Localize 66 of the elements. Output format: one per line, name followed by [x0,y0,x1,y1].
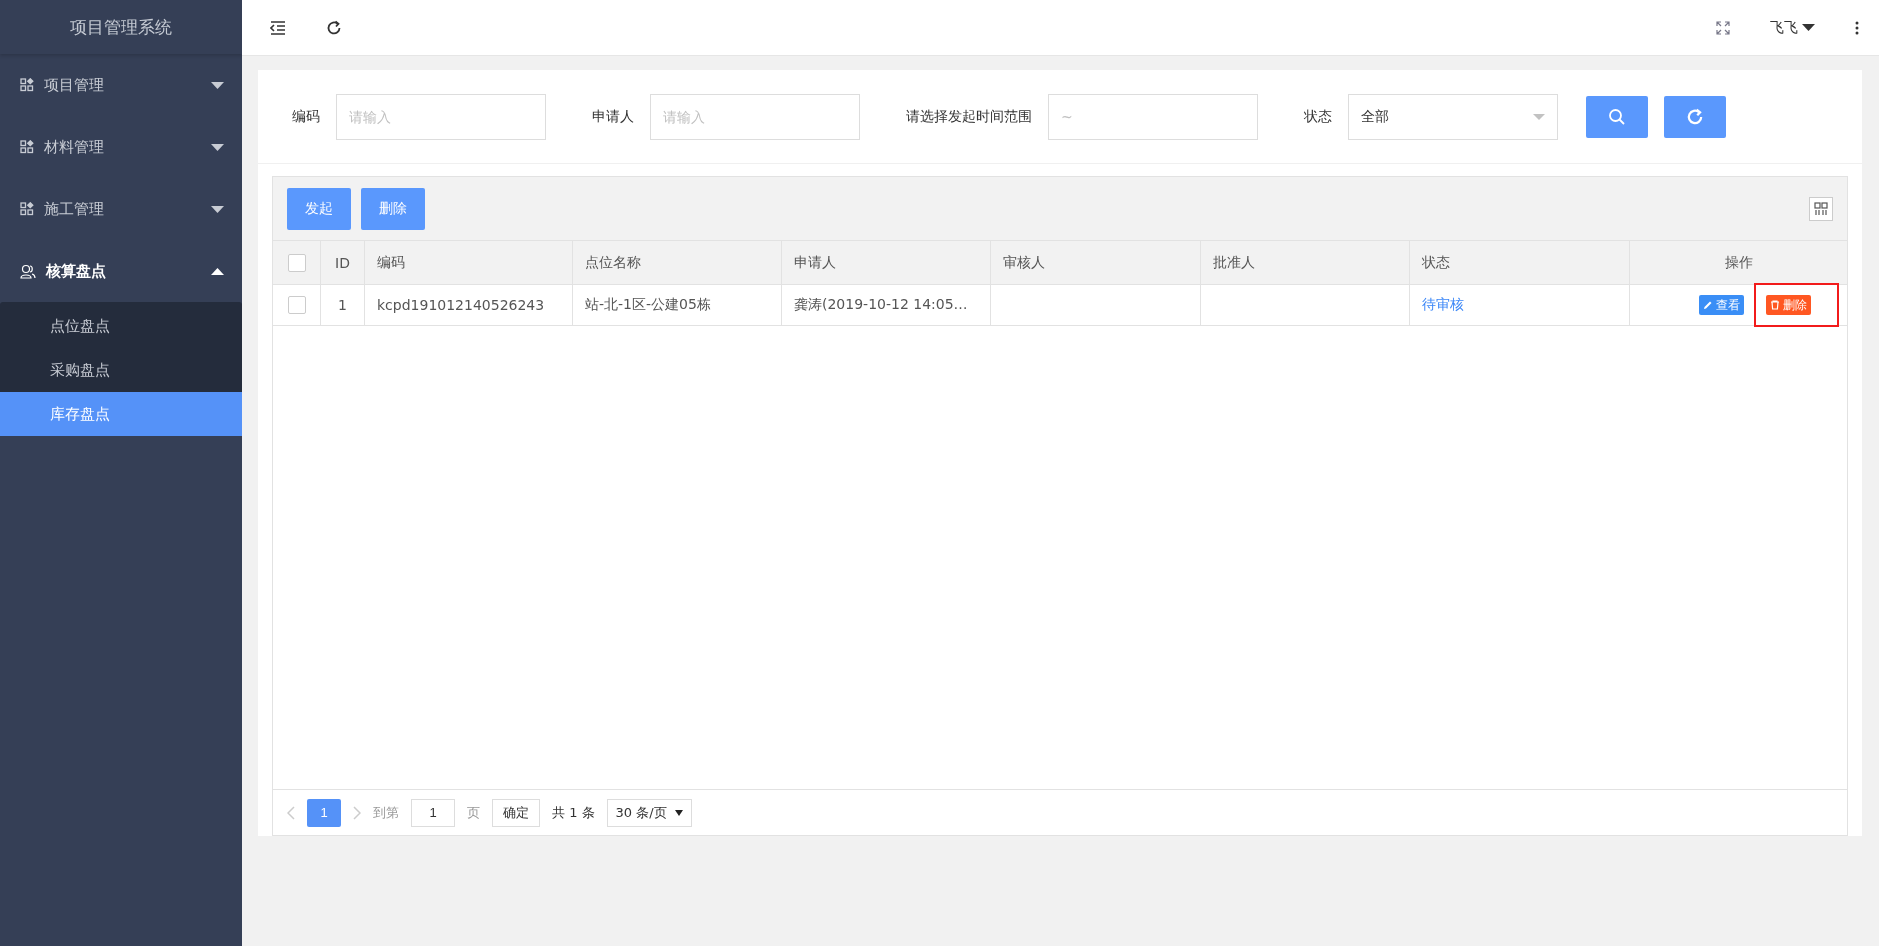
status-link[interactable]: 待审核 [1422,296,1464,314]
filter-label: 请选择发起时间范围 [906,107,1032,126]
input-field[interactable]: 请输入 [650,93,860,140]
refresh-icon [1686,107,1704,126]
user-menu[interactable]: 飞飞 [1770,18,1815,37]
column-header: 批准人 [1213,253,1255,272]
column-header: 审核人 [1003,253,1045,272]
table-cell: 站-北-1区-公建05栋 [585,296,711,314]
menu-collapse-icon[interactable] [270,20,286,35]
menu-group-label: 材料管理 [44,137,105,157]
column-header: 状态 [1422,253,1450,272]
select-all-checkbox[interactable] [287,253,306,272]
menu-item[interactable]: 点位盘点 [0,304,242,348]
filter-label: 编码 [292,107,320,126]
columns-icon [1814,201,1828,216]
app-title: 项目管理系统 [70,15,172,39]
menu-group[interactable]: 项目管理 [0,54,242,116]
total-count: 共 1 条 [552,803,595,822]
menu-group-label: 核算盘点 [46,261,107,281]
reset-button[interactable] [1664,95,1726,138]
status-select[interactable]: 全部 [1348,93,1558,140]
filter-label: 申请人 [592,107,634,126]
column-header: 操作 [1724,253,1753,272]
menu-group-label: 项目管理 [44,75,105,95]
caret-down-icon [1533,113,1545,120]
grid-icon [20,78,34,92]
page-input[interactable]: 1 [411,798,455,827]
menu-group-label: 施工管理 [44,199,105,219]
menu-group[interactable]: 施工管理 [0,178,242,240]
caret-down-icon [211,143,224,151]
column-header: ID [335,254,350,271]
column-header: 编码 [377,253,405,272]
chevron-right-icon[interactable] [353,805,361,820]
search-icon [1608,107,1626,126]
table-cell: 龚涛(2019-10-12 14:05… [794,296,968,314]
confirm-button[interactable]: 确定 [492,798,540,827]
date-range-field[interactable]: ~ [1048,93,1258,140]
refresh-icon[interactable] [326,19,342,36]
menu-group[interactable]: 核算盘点 [0,240,242,302]
page-unit-label: 页 [467,803,480,822]
more-icon[interactable] [1855,20,1859,35]
goto-label: 到第 [373,803,399,822]
users-icon [20,263,36,279]
pencil-icon [1703,300,1713,310]
table-cell: kcpd191012140526243 [377,297,545,313]
chevron-left-icon[interactable] [287,805,295,820]
filter-label: 状态 [1304,107,1332,126]
column-header: 点位名称 [585,253,641,272]
row-checkbox[interactable] [287,296,306,314]
menu-group[interactable]: 材料管理 [0,116,242,178]
grid-icon [20,140,34,154]
trash-icon [1770,300,1780,310]
page-size-select[interactable]: 30 条/页 [606,798,692,827]
table-cell: 1 [338,297,347,313]
column-header: 申请人 [794,253,836,272]
search-button[interactable] [1586,95,1648,138]
menu-item[interactable]: 采购盘点 [0,348,242,392]
grid-icon [20,202,34,216]
caret-down-icon [211,81,224,89]
caret-down-icon [1802,24,1815,31]
columns-button[interactable] [1809,196,1833,221]
caret-down-icon [674,809,683,816]
caret-down-icon [211,205,224,213]
fullscreen-icon[interactable] [1716,20,1730,35]
input-field[interactable]: 请输入 [336,93,546,140]
caret-up-icon [211,267,224,275]
